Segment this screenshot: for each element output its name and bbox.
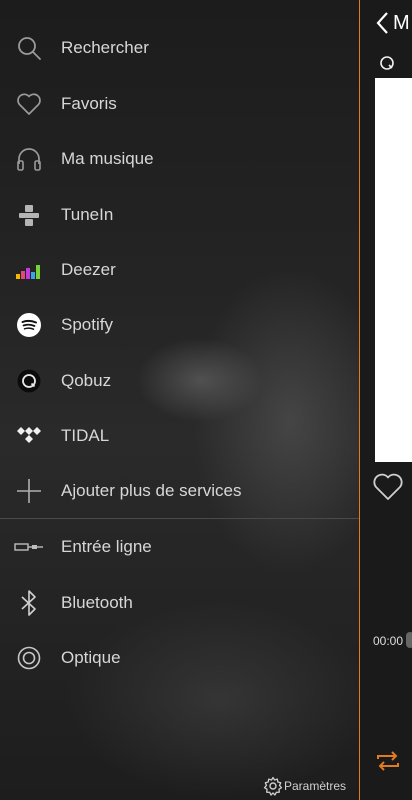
menu-item-ma-musique[interactable]: Ma musique — [0, 133, 359, 185]
menu-item-label: TIDAL — [61, 426, 110, 445]
deezer-icon — [14, 255, 44, 285]
bluetooth-icon — [14, 588, 44, 618]
spotify-icon — [14, 310, 44, 340]
settings-label: Paramètres — [284, 779, 347, 793]
menu-item-label: Ajouter plus de services — [61, 481, 242, 500]
qobuz-icon — [14, 366, 44, 396]
menu-item-label: Deezer — [61, 260, 116, 279]
elapsed-time: 00:00 — [373, 634, 404, 648]
menu-item-tidal[interactable]: TIDAL — [0, 410, 359, 462]
settings-button[interactable]: Paramètres — [262, 775, 346, 797]
chevron-left-icon — [376, 12, 388, 34]
tidal-icon — [14, 421, 44, 451]
plus-icon — [14, 476, 44, 506]
menu-item-label: Optique — [61, 648, 121, 667]
menu-item-label: Bluetooth — [61, 593, 133, 612]
gear-icon — [262, 775, 284, 797]
menu-item-rechercher[interactable]: Rechercher — [0, 22, 359, 74]
menu-item-label: Entrée ligne — [61, 537, 152, 556]
headphones-icon — [14, 144, 44, 174]
menu-item-spotify[interactable]: Spotify — [0, 299, 359, 351]
menu-item-tunein[interactable]: TuneIn — [0, 189, 359, 241]
search-icon — [14, 33, 44, 63]
favorite-heart-icon[interactable] — [372, 472, 404, 507]
heart-icon — [14, 89, 44, 119]
menu-item-favoris[interactable]: Favoris — [0, 78, 359, 130]
progress-scrubber[interactable] — [406, 632, 412, 648]
menu-item-bluetooth[interactable]: Bluetooth — [0, 577, 359, 629]
back-button[interactable]: M — [375, 11, 410, 35]
menu-item-label: Spotify — [61, 315, 113, 334]
optical-icon — [14, 643, 44, 673]
menu-item-ajouter-services[interactable]: Ajouter plus de services — [0, 465, 359, 517]
menu-item-entree-ligne[interactable]: Entrée ligne — [0, 521, 359, 573]
line-in-icon — [14, 532, 44, 562]
menu-item-label: Ma musique — [61, 149, 154, 168]
menu-item-label: Rechercher — [61, 38, 149, 57]
player-title: M — [393, 11, 410, 34]
menu-item-qobuz[interactable]: Qobuz — [0, 355, 359, 407]
menu-item-optique[interactable]: Optique — [0, 632, 359, 684]
menu-item-label: TuneIn — [61, 205, 114, 224]
qobuz-source-icon — [378, 54, 396, 77]
side-drawer: Rechercher Favoris Ma musique TuneIn Dee… — [0, 0, 359, 800]
album-art — [375, 78, 412, 462]
menu-item-label: Qobuz — [61, 371, 112, 390]
menu-item-deezer[interactable]: Deezer — [0, 244, 359, 296]
menu-item-label: Favoris — [61, 94, 117, 113]
menu-divider — [0, 518, 359, 519]
repeat-icon[interactable] — [374, 748, 402, 779]
tunein-icon — [14, 200, 44, 230]
